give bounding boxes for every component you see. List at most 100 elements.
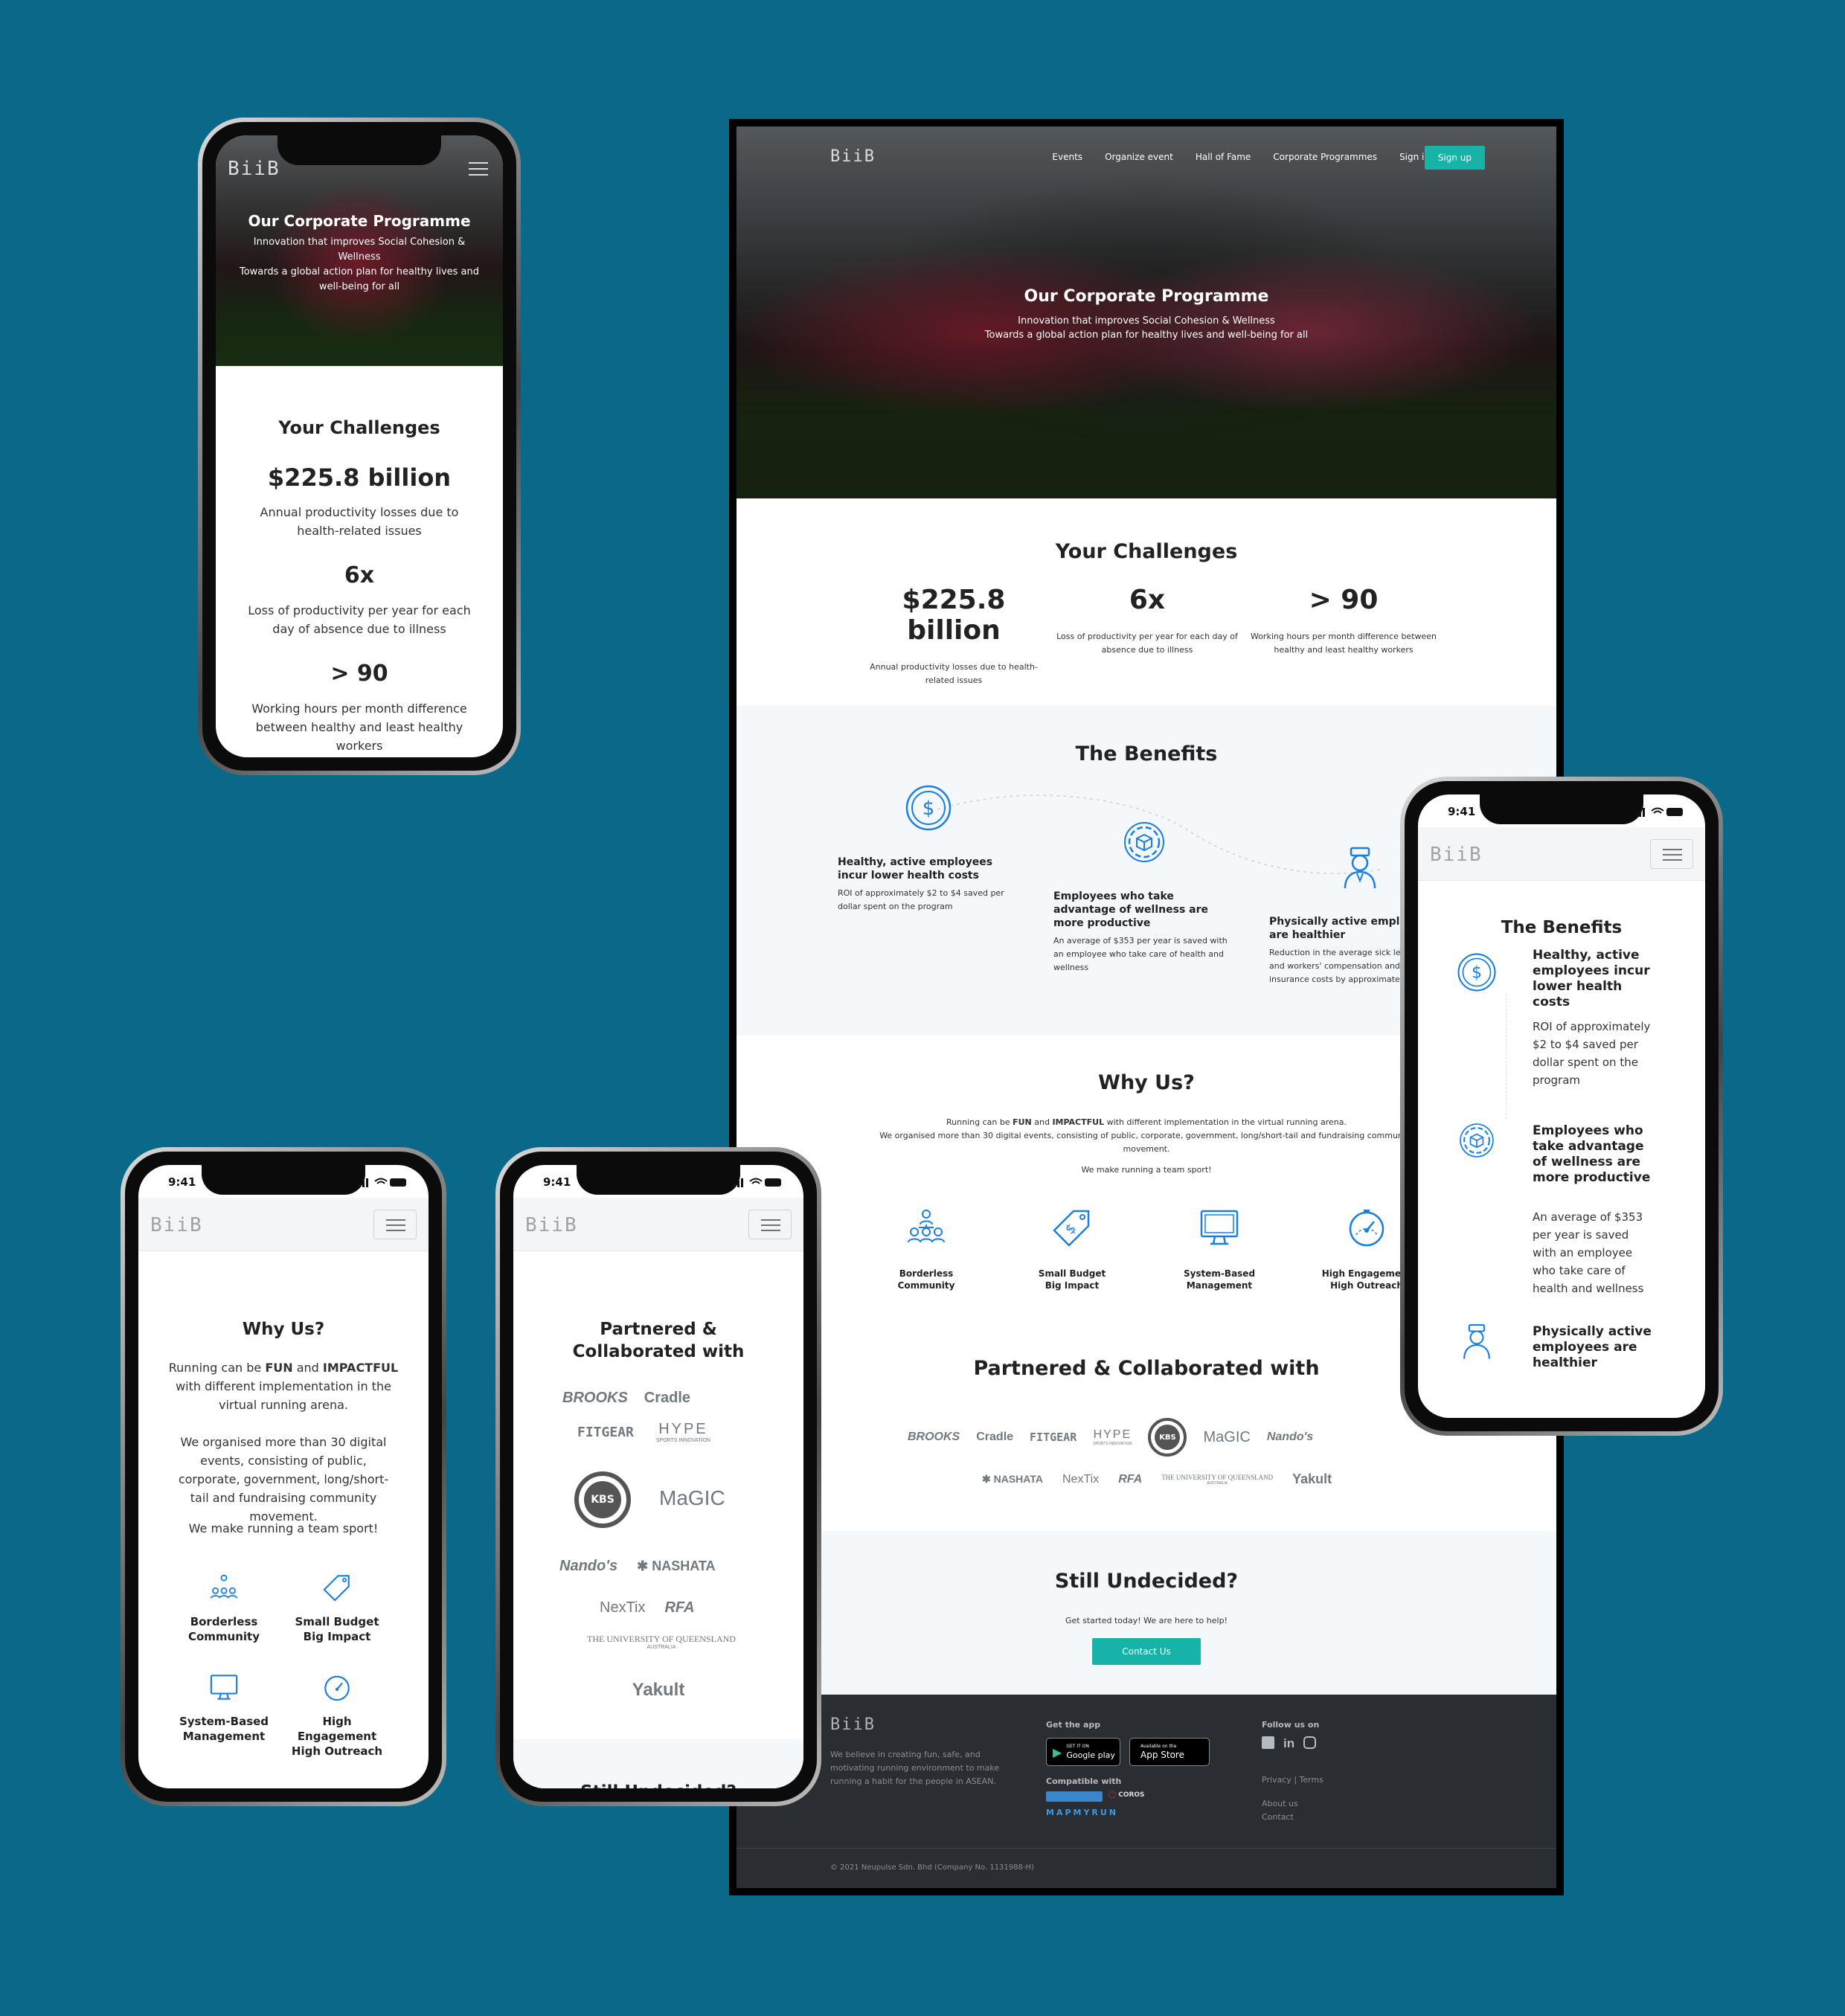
nav-item-organize[interactable]: Organize event — [1105, 152, 1173, 162]
mobile-logo[interactable]: BiiB — [525, 1214, 578, 1236]
status-time: 9:41 — [1448, 805, 1476, 818]
mobile-header: BiiB — [138, 1198, 429, 1251]
play-icon: ▶ — [1053, 1744, 1062, 1759]
price-tag-icon: $ — [1053, 1210, 1090, 1247]
mobile-logo[interactable]: BiiB — [228, 158, 280, 180]
phone-challenges: BiiB Our Corporate Programme Innovation … — [198, 118, 521, 775]
phone-why-us: 9:41 BiiB Why Us? Running can be FUN and… — [121, 1147, 446, 1806]
linkedin-icon[interactable]: in — [1283, 1736, 1294, 1751]
nav-item-hall-of-fame[interactable]: Hall of Fame — [1196, 152, 1251, 162]
mobile-stat-2-value: 6x — [344, 562, 375, 588]
main-nav: Events Organize event Hall of Fame Corpo… — [1052, 152, 1430, 162]
partner-logo-uq: THE UNIVERSITY OF QUEENSLAND AUSTRALIA — [1161, 1473, 1274, 1486]
get-app-heading: Get the app — [1046, 1720, 1101, 1730]
footer-logo[interactable]: BiiB — [830, 1715, 876, 1734]
benefit-health-costs: $ Healthy, active employees incur lower … — [838, 784, 1024, 914]
privacy-link[interactable]: Privacy — [1262, 1775, 1292, 1785]
mobile-benefits-title: The Benefits — [1501, 918, 1623, 937]
mobile-hero: BiiB Our Corporate Programme Innovation … — [216, 135, 503, 366]
community-icon — [908, 1210, 945, 1243]
status-icons — [359, 1178, 406, 1187]
benefit-productive: Employees who take advantage of wellness… — [1053, 818, 1239, 975]
mobile-partner-magic: MaGIC — [659, 1486, 725, 1509]
hamburger-icon[interactable] — [373, 1210, 417, 1239]
mobile-logo[interactable]: BiiB — [150, 1214, 203, 1236]
mobile-partner-kbs: KBS — [574, 1471, 631, 1528]
terms-link[interactable]: Terms — [1300, 1775, 1323, 1785]
compat-logo-coros: ◯ COROS — [1108, 1791, 1145, 1799]
facebook-icon[interactable] — [1262, 1736, 1274, 1749]
sign-up-button[interactable]: Sign up — [1424, 146, 1485, 170]
mobile-stat-3-value: > 90 — [330, 661, 388, 687]
phone-partners-screen: 9:41 BiiB Partnered & Collaborated with … — [513, 1165, 803, 1788]
stat-losses: $225.8 billion Annual productivity losse… — [870, 585, 1038, 685]
phone-benefits: 9:41 BiiB The Benefits $ Healthy, active… — [1400, 777, 1723, 1436]
benefit-connector — [1506, 994, 1507, 1119]
svg-text:$: $ — [1472, 964, 1482, 983]
nav-item-corporate[interactable]: Corporate Programmes — [1273, 152, 1377, 162]
footer-divider — [737, 1848, 1556, 1849]
feature-community: Borderless Community — [863, 1207, 989, 1291]
mobile-challenges-title: Your Challenges — [278, 417, 440, 438]
mobile-stat-1-label: Annual productivity losses due to health… — [260, 505, 459, 538]
feature-budget: $ Small Budget Big Impact — [1009, 1207, 1135, 1291]
partner-logo-hype: HYPE SPORTS INNOVATION — [1093, 1428, 1132, 1446]
gear-cube-icon — [1124, 822, 1164, 862]
mobile-feature-budget: Small Budget Big Impact — [274, 1573, 400, 1644]
compatible-heading: Compatible with — [1046, 1776, 1122, 1786]
dollar-circle-icon: $ — [905, 785, 952, 831]
mobile-hero-title: Our Corporate Programme — [248, 212, 471, 230]
phone-notch — [202, 1165, 365, 1195]
partner-logo-cradle: Cradle — [976, 1431, 1014, 1443]
partner-logo-fitgear: FITGEAR — [1030, 1431, 1077, 1444]
mobile-stat-2-label: Loss of productivity per year for each d… — [248, 603, 471, 636]
partner-logo-magic: MaGIC — [1203, 1428, 1251, 1445]
mobile-partner-row-5: NexTix RFA — [600, 1599, 695, 1616]
monitor-icon — [210, 1675, 238, 1700]
mobile-partner-yakult: Yakult — [632, 1680, 685, 1700]
benefits-title: The Benefits — [1075, 742, 1218, 765]
legal-links: Privacy | Terms — [1262, 1775, 1323, 1785]
hero-subtitle: Innovation that improves Social Cohesion… — [984, 315, 1309, 341]
compat-logo-garmin — [1046, 1791, 1103, 1802]
status-icons — [734, 1178, 781, 1187]
mobile-partners-title: Partnered & Collaborated with — [572, 1320, 745, 1361]
partner-logo-nashata: ✱ NASHATA — [982, 1473, 1043, 1485]
site-logo[interactable]: BiiB — [830, 147, 876, 166]
mobile-partner-row-4: Nando's ✱ NASHATA — [559, 1558, 716, 1574]
mobile-benefit-1-desc: ROI of approximately $2 to $4 saved per … — [1533, 1020, 1651, 1087]
mobile-undecided-title: Still Undecided? — [513, 1781, 803, 1788]
mobile-stat-3-label: Working hours per month difference betwe… — [251, 702, 467, 753]
svg-text:$: $ — [1062, 1221, 1079, 1238]
follow-heading: Follow us on — [1262, 1720, 1320, 1730]
hamburger-icon[interactable] — [1650, 839, 1693, 869]
svg-text:$: $ — [922, 797, 935, 820]
mobile-feature-management: System-Based Management — [161, 1672, 287, 1744]
google-play-button[interactable]: ▶ GET IT ON Google play — [1046, 1738, 1120, 1766]
copyright: © 2021 Neupulse Sdn. Bhd (Company No. 11… — [830, 1863, 1034, 1872]
mobile-hero-sub-1: Innovation that improves Social Cohesion… — [253, 237, 466, 263]
instagram-icon[interactable] — [1303, 1736, 1317, 1749]
hamburger-icon[interactable] — [469, 162, 488, 176]
hamburger-icon[interactable] — [748, 1210, 792, 1239]
mobile-benefit-3-title: Physically active employees are healthie… — [1533, 1324, 1652, 1370]
status-icons — [1635, 807, 1683, 817]
mobile-feature-engagement: High Engagement High Outreach — [274, 1672, 400, 1759]
doctor-icon — [1463, 1324, 1490, 1359]
nav-item-events[interactable]: Events — [1052, 152, 1082, 162]
mobile-feature-community: Borderless Community — [161, 1573, 287, 1644]
hero-banner: BiiB Events Organize event Hall of Fame … — [737, 126, 1556, 498]
partner-logo-kbs: KBS — [1148, 1418, 1187, 1457]
phone-benefits-screen: 9:41 BiiB The Benefits $ Healthy, active… — [1418, 794, 1705, 1418]
mobile-logo[interactable]: BiiB — [1430, 844, 1483, 866]
price-tag-icon — [323, 1575, 350, 1602]
contact-us-button[interactable]: Contact Us — [1092, 1638, 1201, 1665]
partner-logo-yakult: Yakult — [1292, 1471, 1332, 1486]
mobile-why-text-3: We make running a team sport! — [188, 1521, 379, 1535]
app-store-button[interactable]: Available on the App Store — [1129, 1738, 1210, 1766]
about-us-link[interactable]: About us — [1262, 1797, 1298, 1811]
undecided-title: Still Undecided? — [1054, 1570, 1239, 1593]
contact-link[interactable]: Contact — [1262, 1811, 1294, 1824]
gauge-icon — [1349, 1210, 1384, 1247]
phone-notch — [1480, 794, 1643, 824]
